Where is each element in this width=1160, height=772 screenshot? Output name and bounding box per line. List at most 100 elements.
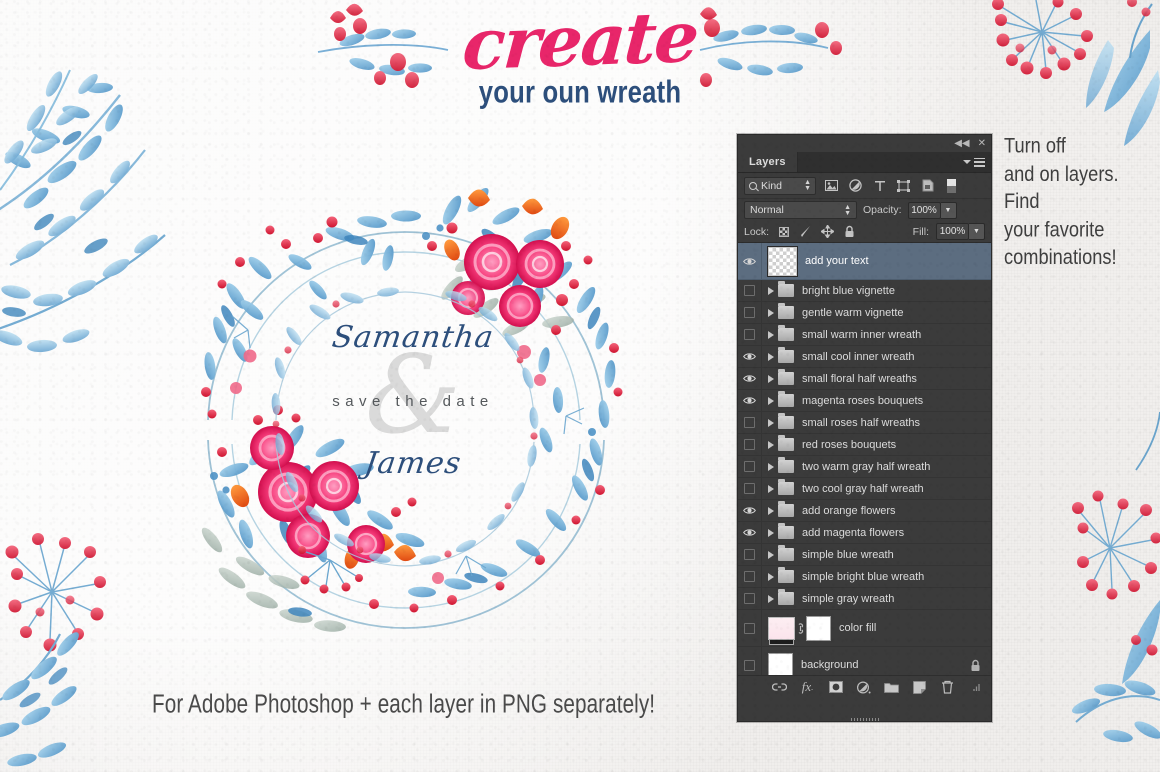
panel-menu-icon[interactable]: [963, 152, 991, 172]
group-disclosure-triangle-icon[interactable]: [768, 573, 774, 581]
group-disclosure-triangle-icon[interactable]: [768, 485, 774, 493]
blend-mode-select[interactable]: Normal ▲▼: [744, 201, 857, 219]
gradient-fill-thumbnail[interactable]: [768, 617, 795, 640]
layer-visibility-eye-icon[interactable]: [738, 500, 762, 521]
layer-name: simple bright blue wreath: [794, 571, 924, 583]
lock-image-pixels-icon[interactable]: [798, 224, 813, 239]
group-disclosure-triangle-icon[interactable]: [768, 397, 774, 405]
group-disclosure-triangle-icon[interactable]: [768, 331, 774, 339]
new-layer-icon[interactable]: [912, 680, 927, 695]
opacity-value[interactable]: 100%: [908, 202, 941, 219]
group-disclosure-triangle-icon[interactable]: [768, 441, 774, 449]
layer-group-folder-icon: [778, 306, 794, 319]
layer-row[interactable]: two cool gray half wreath: [738, 478, 991, 500]
layer-group-folder-icon: [778, 548, 794, 561]
collapse-to-icons-icon[interactable]: ◀◀: [954, 139, 969, 149]
layer-visibility-off-icon[interactable]: [738, 588, 762, 609]
fill-dropdown-icon[interactable]: ▼: [969, 223, 985, 240]
opacity-dropdown-icon[interactable]: ▼: [941, 202, 957, 219]
layer-row[interactable]: background: [738, 647, 991, 675]
headline-subtitle: your oun wreath: [29, 74, 1131, 111]
group-disclosure-triangle-icon[interactable]: [768, 287, 774, 295]
filter-kind-select[interactable]: Kind ▲▼: [744, 177, 816, 195]
link-layers-icon[interactable]: [772, 680, 787, 695]
side-instruction-note: Turn off and on layers. Find your favori…: [1004, 133, 1119, 273]
lock-transparent-pixels-icon[interactable]: [776, 224, 791, 239]
adjustment-layer-filter-icon[interactable]: [847, 178, 864, 194]
type-layer-filter-icon[interactable]: [871, 178, 888, 194]
group-disclosure-triangle-icon[interactable]: [768, 309, 774, 317]
layer-name: two warm gray half wreath: [794, 461, 930, 473]
layer-style-fx-icon[interactable]: fx.: [800, 680, 815, 695]
lock-row: Lock: Fill: 100% ▼: [738, 221, 991, 243]
layer-row[interactable]: small cool inner wreath: [738, 346, 991, 368]
mask-link-icon[interactable]: [795, 622, 806, 635]
group-disclosure-triangle-icon[interactable]: [768, 375, 774, 383]
layer-row[interactable]: color fill: [738, 610, 991, 647]
lock-position-icon[interactable]: [820, 224, 835, 239]
group-disclosure-triangle-icon[interactable]: [768, 507, 774, 515]
layer-visibility-off-icon[interactable]: [738, 647, 762, 675]
group-disclosure-triangle-icon[interactable]: [768, 353, 774, 361]
layer-visibility-off-icon[interactable]: [738, 324, 762, 345]
layer-visibility-eye-icon[interactable]: [738, 390, 762, 411]
layer-row[interactable]: add magenta flowers: [738, 522, 991, 544]
layer-row[interactable]: red roses bouquets: [738, 434, 991, 456]
fill-value[interactable]: 100%: [936, 223, 969, 240]
layer-mask-thumbnail[interactable]: [806, 616, 831, 641]
layer-visibility-off-icon[interactable]: [738, 610, 762, 646]
new-group-icon[interactable]: [884, 680, 899, 695]
layer-visibility-eye-icon[interactable]: [738, 346, 762, 367]
layer-group-folder-icon: [778, 482, 794, 495]
group-disclosure-triangle-icon[interactable]: [768, 595, 774, 603]
layer-thumbnail-white[interactable]: [768, 653, 793, 676]
layer-row[interactable]: two warm gray half wreath: [738, 456, 991, 478]
resize-grip-icon[interactable]: [968, 680, 983, 695]
layer-row[interactable]: add your text: [738, 243, 991, 280]
fill-label: Fill:: [913, 226, 929, 238]
pixel-layer-filter-icon[interactable]: [823, 178, 840, 194]
layer-visibility-eye-icon[interactable]: [738, 243, 762, 279]
layer-row[interactable]: small warm inner wreath: [738, 324, 991, 346]
layer-visibility-off-icon[interactable]: [738, 456, 762, 477]
layer-filter-row: Kind ▲▼: [738, 173, 991, 199]
layer-visibility-off-icon[interactable]: [738, 544, 762, 565]
tab-layers[interactable]: Layers: [738, 152, 798, 172]
delete-layer-icon[interactable]: [940, 680, 955, 695]
layer-visibility-eye-icon[interactable]: [738, 368, 762, 389]
group-disclosure-triangle-icon[interactable]: [768, 529, 774, 537]
layer-visibility-eye-icon[interactable]: [738, 522, 762, 543]
save-the-date-card: & Samantha save the date James: [283, 320, 543, 481]
search-icon: [749, 182, 757, 190]
layer-visibility-off-icon[interactable]: [738, 434, 762, 455]
layer-row[interactable]: gentle warm vignette: [738, 302, 991, 324]
layer-thumbnail-transparent[interactable]: [768, 247, 797, 276]
close-icon[interactable]: ✕: [978, 139, 986, 149]
layer-row[interactable]: magenta roses bouquets: [738, 390, 991, 412]
layer-row[interactable]: simple blue wreath: [738, 544, 991, 566]
smart-object-filter-icon[interactable]: [919, 178, 936, 194]
layer-name: background: [793, 659, 859, 671]
group-disclosure-triangle-icon[interactable]: [768, 419, 774, 427]
layer-row[interactable]: add orange flowers: [738, 500, 991, 522]
layer-visibility-off-icon[interactable]: [738, 280, 762, 301]
filter-kind-label: Kind: [761, 180, 782, 192]
add-layer-mask-icon[interactable]: [828, 680, 843, 695]
layer-row[interactable]: simple bright blue wreath: [738, 566, 991, 588]
group-disclosure-triangle-icon[interactable]: [768, 463, 774, 471]
new-adjustment-layer-icon[interactable]: [856, 680, 871, 695]
layer-list[interactable]: add your textbright blue vignettegentle …: [738, 243, 991, 675]
group-disclosure-triangle-icon[interactable]: [768, 551, 774, 559]
layer-row[interactable]: simple gray wreath: [738, 588, 991, 610]
layer-row[interactable]: bright blue vignette: [738, 280, 991, 302]
panel-drag-grip[interactable]: [738, 717, 991, 722]
layer-row[interactable]: small roses half wreaths: [738, 412, 991, 434]
filter-toggle-icon[interactable]: [943, 178, 960, 194]
layer-visibility-off-icon[interactable]: [738, 478, 762, 499]
layer-visibility-off-icon[interactable]: [738, 302, 762, 323]
lock-all-icon[interactable]: [842, 224, 857, 239]
layer-visibility-off-icon[interactable]: [738, 566, 762, 587]
layer-visibility-off-icon[interactable]: [738, 412, 762, 433]
layer-row[interactable]: small floral half wreaths: [738, 368, 991, 390]
shape-layer-filter-icon[interactable]: [895, 178, 912, 194]
